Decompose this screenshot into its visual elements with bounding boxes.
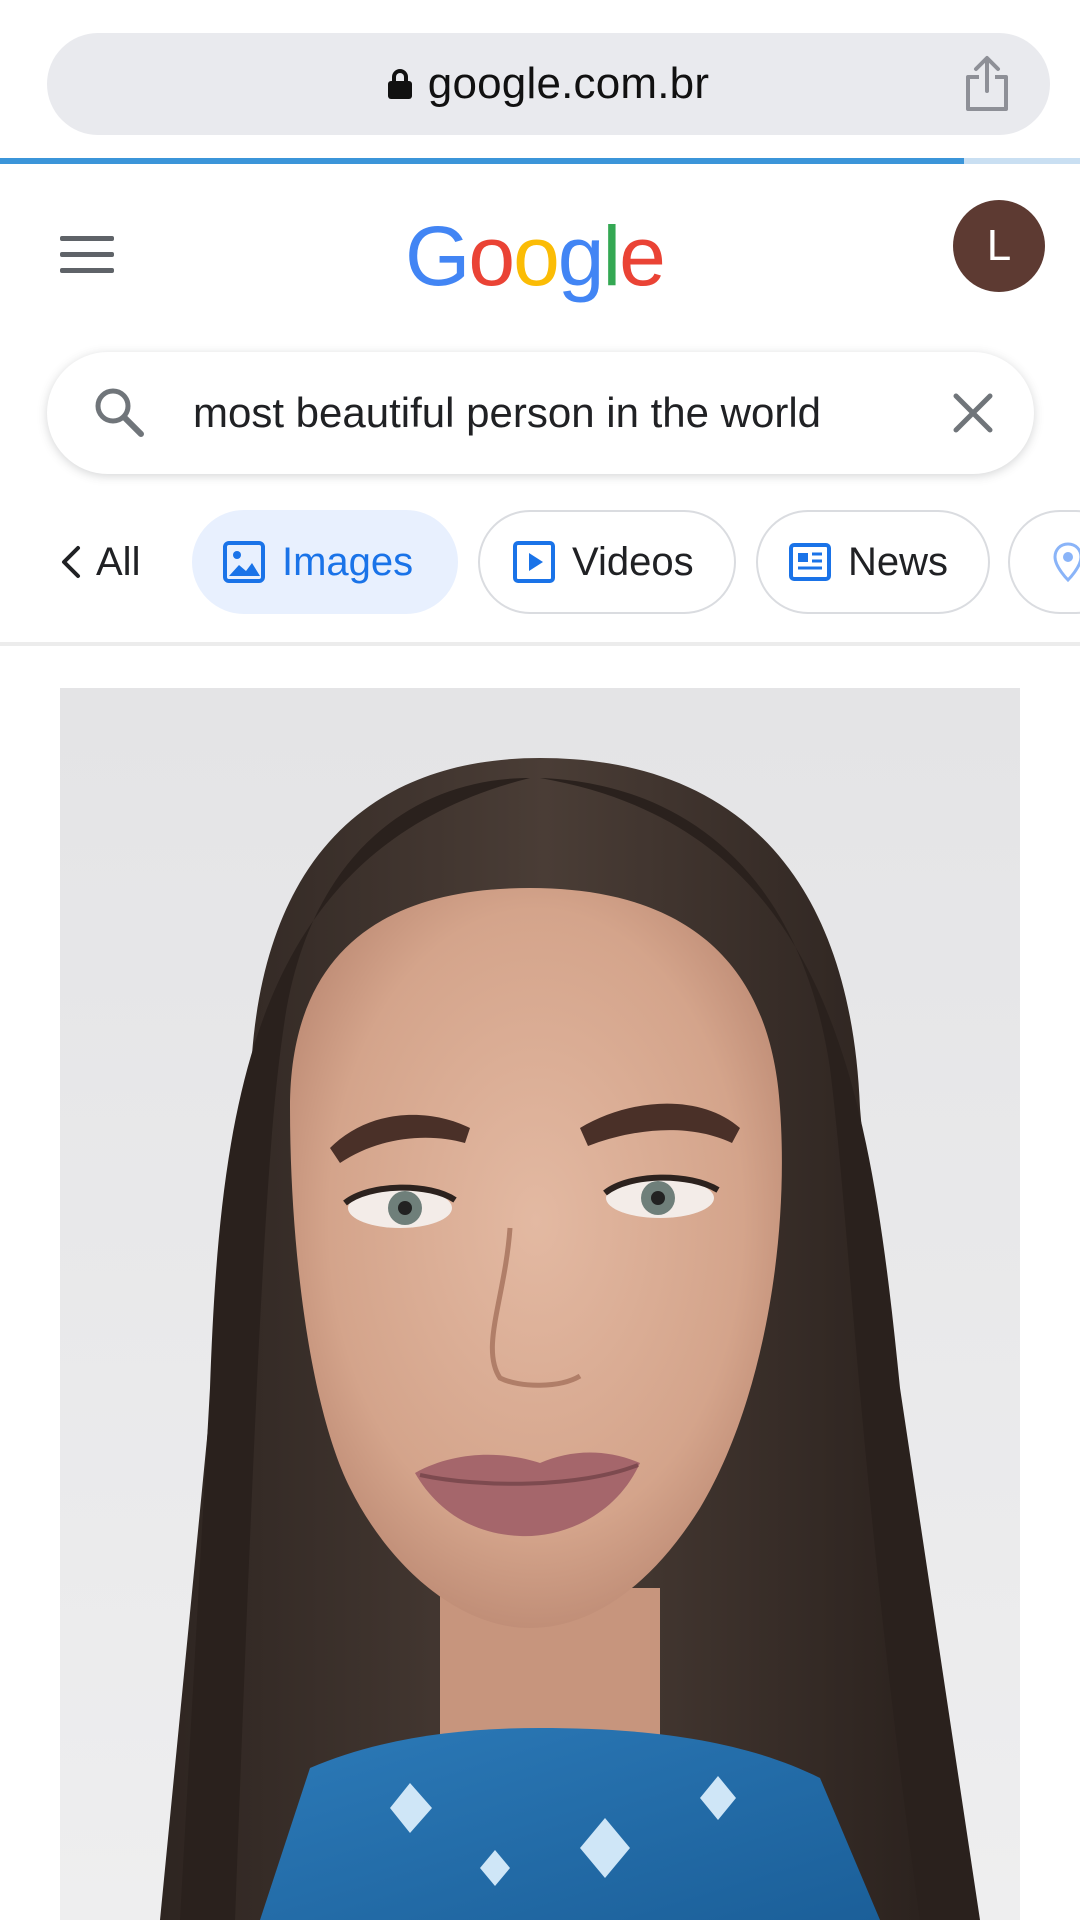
account-avatar[interactable]: L xyxy=(953,200,1045,292)
search-tabs: All Images Videos News xyxy=(0,510,1080,630)
tab-maps[interactable] xyxy=(1008,510,1080,614)
tab-videos-label: Videos xyxy=(572,539,694,584)
result-photo xyxy=(60,688,1020,1920)
play-icon xyxy=(513,541,555,583)
tab-all[interactable]: All xyxy=(58,510,140,614)
url-text: google.com.br xyxy=(427,59,710,108)
browser-toolbar: google.com.br xyxy=(0,0,1080,160)
news-icon xyxy=(789,543,831,581)
close-icon[interactable] xyxy=(948,388,998,438)
hamburger-menu-icon[interactable] xyxy=(60,236,114,276)
tab-videos[interactable]: Videos xyxy=(478,510,736,614)
header-divider xyxy=(0,642,1080,646)
address-bar[interactable]: google.com.br xyxy=(47,33,1050,135)
lock-icon xyxy=(387,69,412,99)
search-icon[interactable] xyxy=(89,382,149,442)
tab-news[interactable]: News xyxy=(756,510,990,614)
tab-all-label: All xyxy=(96,539,141,584)
tab-images[interactable]: Images xyxy=(192,510,458,614)
avatar-initial: L xyxy=(986,221,1012,270)
map-pin-icon xyxy=(1053,542,1080,583)
address-content: google.com.br xyxy=(47,33,1050,135)
tab-news-label: News xyxy=(848,539,949,584)
share-icon[interactable] xyxy=(962,55,1012,113)
google-header: Google L most beautiful person in the wo… xyxy=(0,164,1080,646)
google-logo[interactable]: Google xyxy=(405,208,666,305)
image-icon xyxy=(223,541,265,583)
search-box[interactable]: most beautiful person in the world xyxy=(47,352,1034,474)
search-input[interactable]: most beautiful person in the world xyxy=(193,352,821,474)
tab-images-label: Images xyxy=(282,539,414,584)
image-result[interactable] xyxy=(60,688,1020,1920)
chevron-left-icon xyxy=(62,546,80,578)
